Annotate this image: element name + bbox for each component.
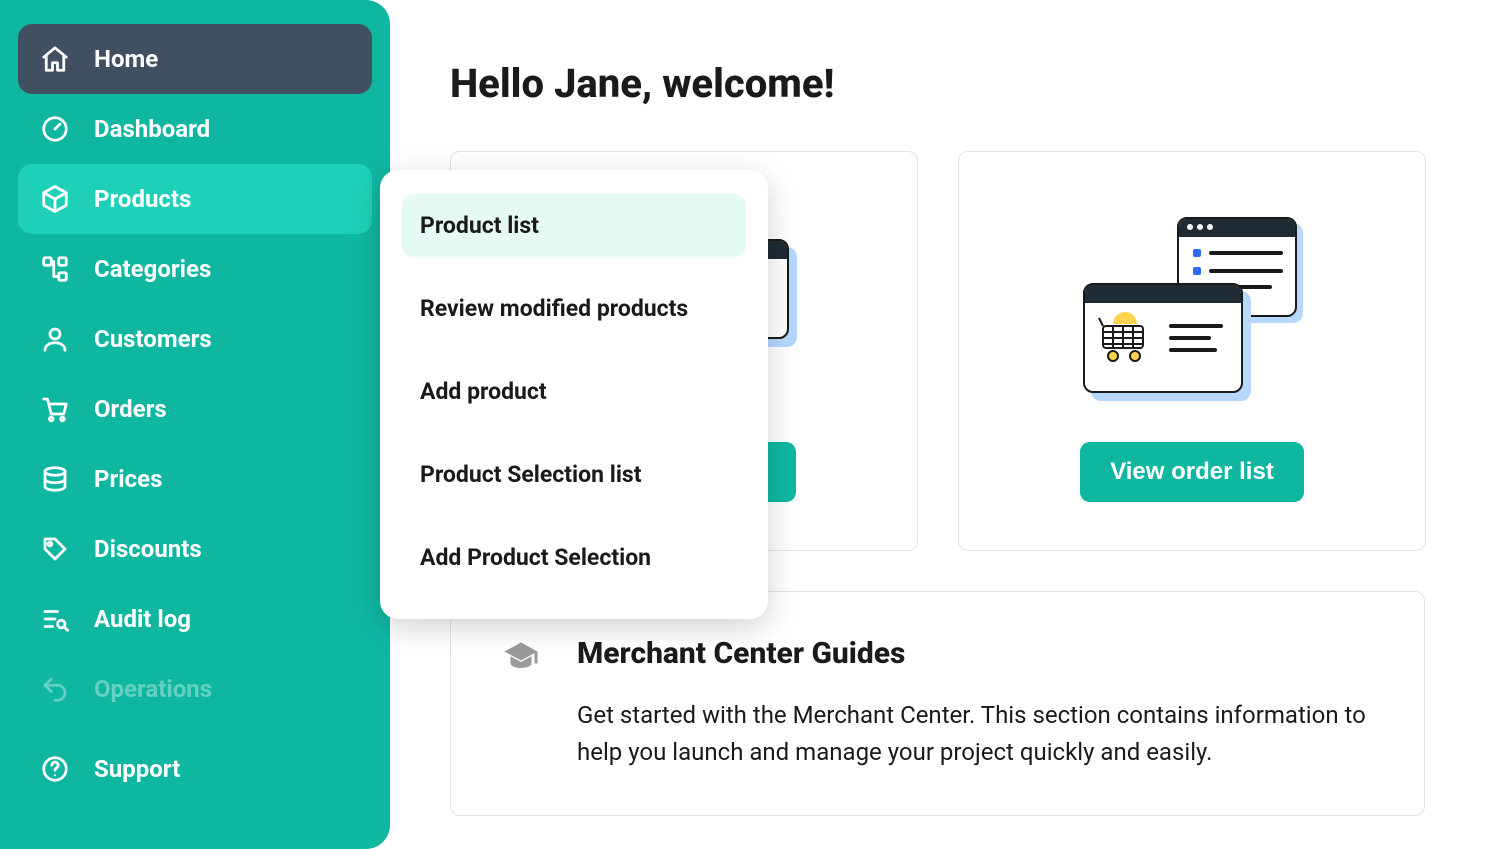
- home-icon: [38, 42, 72, 76]
- nav-label: Prices: [94, 465, 162, 493]
- card-orders: View order list: [958, 151, 1426, 551]
- graduation-cap-icon: [501, 636, 541, 676]
- nav-label: Home: [94, 45, 158, 73]
- nav-item-customers[interactable]: Customers: [18, 304, 372, 374]
- nav-item-audit-log[interactable]: Audit log: [18, 584, 372, 654]
- submenu-item-product-selection-list[interactable]: Product Selection list: [402, 443, 746, 506]
- nav-item-dashboard[interactable]: Dashboard: [18, 94, 372, 164]
- guides-title: Merchant Center Guides: [577, 636, 1374, 671]
- undo-icon: [38, 672, 72, 706]
- view-order-list-button-2[interactable]: View order list: [1080, 442, 1304, 502]
- person-icon: [38, 322, 72, 356]
- nav-item-discounts[interactable]: Discounts: [18, 514, 372, 584]
- nav-item-support[interactable]: Support: [18, 734, 372, 804]
- nav-label: Discounts: [94, 535, 202, 563]
- nav-item-operations[interactable]: Operations: [18, 654, 372, 724]
- gauge-icon: [38, 112, 72, 146]
- cart-illustration-icon: [1097, 308, 1157, 368]
- submenu-item-add-product-selection[interactable]: Add Product Selection: [402, 526, 746, 589]
- guides-card: Merchant Center Guides Get started with …: [450, 591, 1425, 816]
- orders-illustration: [989, 192, 1395, 442]
- page-title: Hello Jane, welcome!: [450, 60, 1448, 107]
- nav-label: Orders: [94, 395, 167, 423]
- help-icon: [38, 752, 72, 786]
- cart-icon: [38, 392, 72, 426]
- guides-text: Get started with the Merchant Center. Th…: [577, 697, 1374, 771]
- list-search-icon: [38, 602, 72, 636]
- tag-icon: [38, 532, 72, 566]
- nav-item-prices[interactable]: Prices: [18, 444, 372, 514]
- nav-item-home[interactable]: Home: [18, 24, 372, 94]
- nav-label: Customers: [94, 325, 212, 353]
- submenu-item-add-product[interactable]: Add product: [402, 360, 746, 423]
- tree-icon: [38, 252, 72, 286]
- nav-label: Audit log: [94, 605, 191, 633]
- nav-item-products[interactable]: Products: [18, 164, 372, 234]
- nav-label: Operations: [94, 675, 212, 703]
- nav-item-categories[interactable]: Categories: [18, 234, 372, 304]
- submenu-item-product-list[interactable]: Product list: [402, 194, 746, 257]
- nav-label: Dashboard: [94, 115, 210, 143]
- submenu-item-review-modified[interactable]: Review modified products: [402, 277, 746, 340]
- cube-icon: [38, 182, 72, 216]
- nav-label: Categories: [94, 255, 211, 283]
- nav-item-orders[interactable]: Orders: [18, 374, 372, 444]
- nav-label: Support: [94, 755, 180, 783]
- sidebar: Home Dashboard Products Categories Custo…: [0, 0, 390, 849]
- nav-label: Products: [94, 185, 191, 213]
- products-submenu: Product list Review modified products Ad…: [380, 170, 768, 619]
- coins-icon: [38, 462, 72, 496]
